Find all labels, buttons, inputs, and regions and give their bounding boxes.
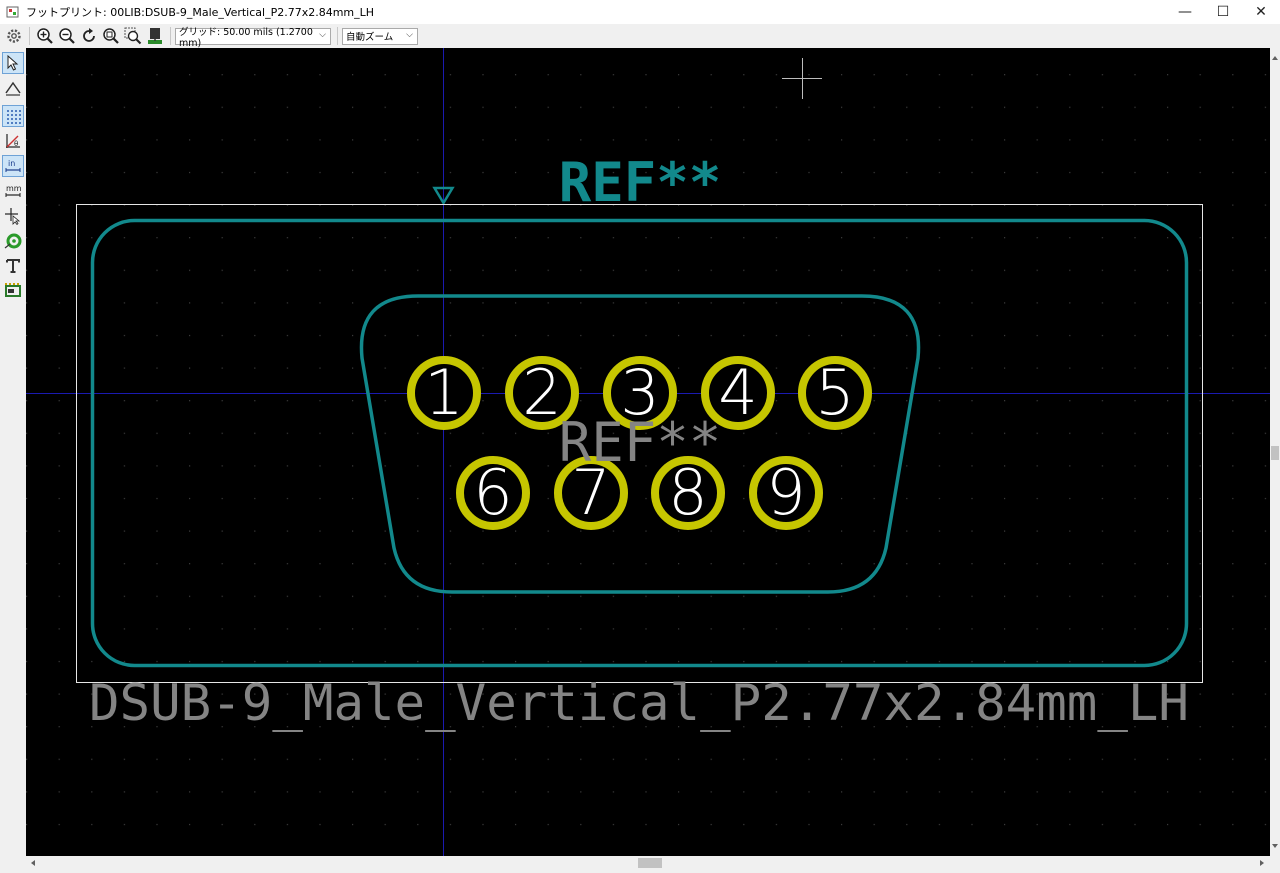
chevron-down-icon: ⌵ <box>406 29 413 40</box>
maximize-button[interactable]: ☐ <box>1204 0 1242 24</box>
units-mm-button[interactable]: mm <box>2 180 24 202</box>
zoom-out-icon[interactable] <box>56 25 78 47</box>
footprint-editor-app-icon <box>6 6 19 18</box>
window-titlebar: フットプリント: 00LIB:DSUB-9_Male_Vertical_P2.7… <box>0 0 1280 24</box>
zoom-select[interactable]: 自動ズーム ⌵ <box>342 27 418 45</box>
toolbar-separator <box>170 27 171 45</box>
layer-icon <box>5 283 21 297</box>
units-inch-icon: in <box>5 159 21 172</box>
zoom-fit-icon[interactable] <box>100 25 122 47</box>
pad-number-1: 1 <box>424 356 463 429</box>
scrollbar-corner <box>1270 856 1280 870</box>
zoom-in-icon[interactable] <box>34 25 56 47</box>
pad-tool-button[interactable] <box>2 230 24 252</box>
minimize-button[interactable]: — <box>1166 0 1204 24</box>
svg-text:θ: θ <box>14 140 18 148</box>
scroll-right-arrow-icon <box>1260 860 1264 866</box>
settings-icon[interactable] <box>3 25 25 47</box>
main-toolbar: グリッド: 50.00 mils (1.2700 mm) ⌵ 自動ズーム ⌵ <box>0 24 1280 49</box>
pad-number-9: 9 <box>766 456 805 529</box>
redraw-icon[interactable] <box>78 25 100 47</box>
pcb-canvas[interactable]: 123456789 REF** REF** DSUB-9_Male_Vertic… <box>26 48 1270 856</box>
zoom-selection-icon[interactable] <box>122 25 144 47</box>
toolbar-separator <box>29 27 30 45</box>
cursor-crosshair-icon <box>5 208 21 225</box>
scroll-up-arrow-icon <box>1272 56 1278 60</box>
polar-coords-icon: θ <box>6 134 20 148</box>
scroll-left-arrow-icon <box>31 860 35 866</box>
layer-tool-button[interactable] <box>2 280 24 302</box>
scroll-down-arrow-icon <box>1272 844 1278 848</box>
close-button[interactable]: ✕ <box>1242 0 1280 24</box>
chevron-down-icon: ⌵ <box>319 29 326 40</box>
reference-designator-fab: REF** <box>559 411 722 474</box>
select-icon <box>7 55 19 71</box>
pad-number-4: 4 <box>718 356 757 429</box>
text-icon <box>6 259 20 273</box>
footprint-drawing: 1 2 3 4 56 7 8 9 REF** REF** DSUB-9_Male_Vertic… <box>26 48 1270 856</box>
horizontal-scrollbar[interactable] <box>26 856 1270 870</box>
window-title: フットプリント: 00LIB:DSUB-9_Male_Vertical_P2.7… <box>26 6 375 19</box>
grid-size-select[interactable]: グリッド: 50.00 mils (1.2700 mm) ⌵ <box>175 27 331 49</box>
footprint-value-text: DSUB-9_Male_Vertical_P2.77x2.84mm_LH <box>89 674 1189 732</box>
grid-toggle-button[interactable] <box>2 105 24 127</box>
measure-tool-button[interactable] <box>2 77 24 99</box>
zoom-value: 自動ズーム <box>346 32 394 43</box>
pad-icon <box>4 233 22 249</box>
grid-size-value: グリッド: 50.00 mils (1.2700 mm) <box>179 26 313 49</box>
load-board-icon[interactable] <box>144 25 166 47</box>
reference-designator-top: REF** <box>559 151 722 214</box>
svg-text:in: in <box>8 159 15 168</box>
cursor-crosshair-button[interactable] <box>2 205 24 227</box>
units-mm-icon: mm <box>5 184 22 197</box>
svg-text:mm: mm <box>6 184 22 193</box>
polar-coords-button[interactable]: θ <box>2 130 24 152</box>
left-toolbar: θ in mm <box>0 48 26 856</box>
grid-toggle-icon <box>7 110 21 124</box>
units-inch-button[interactable]: in <box>2 155 24 177</box>
measure-icon <box>5 81 21 96</box>
select-tool-button[interactable] <box>2 52 24 74</box>
pad-number-2: 2 <box>522 356 561 429</box>
pad-number-5: 5 <box>815 356 854 429</box>
pad-number-6: 6 <box>473 456 512 529</box>
text-tool-button[interactable] <box>2 255 24 277</box>
vertical-scrollbar[interactable] <box>1270 48 1280 856</box>
vertical-scroll-thumb <box>1271 446 1279 460</box>
toolbar-separator <box>337 27 338 45</box>
horizontal-scroll-thumb <box>638 858 662 868</box>
